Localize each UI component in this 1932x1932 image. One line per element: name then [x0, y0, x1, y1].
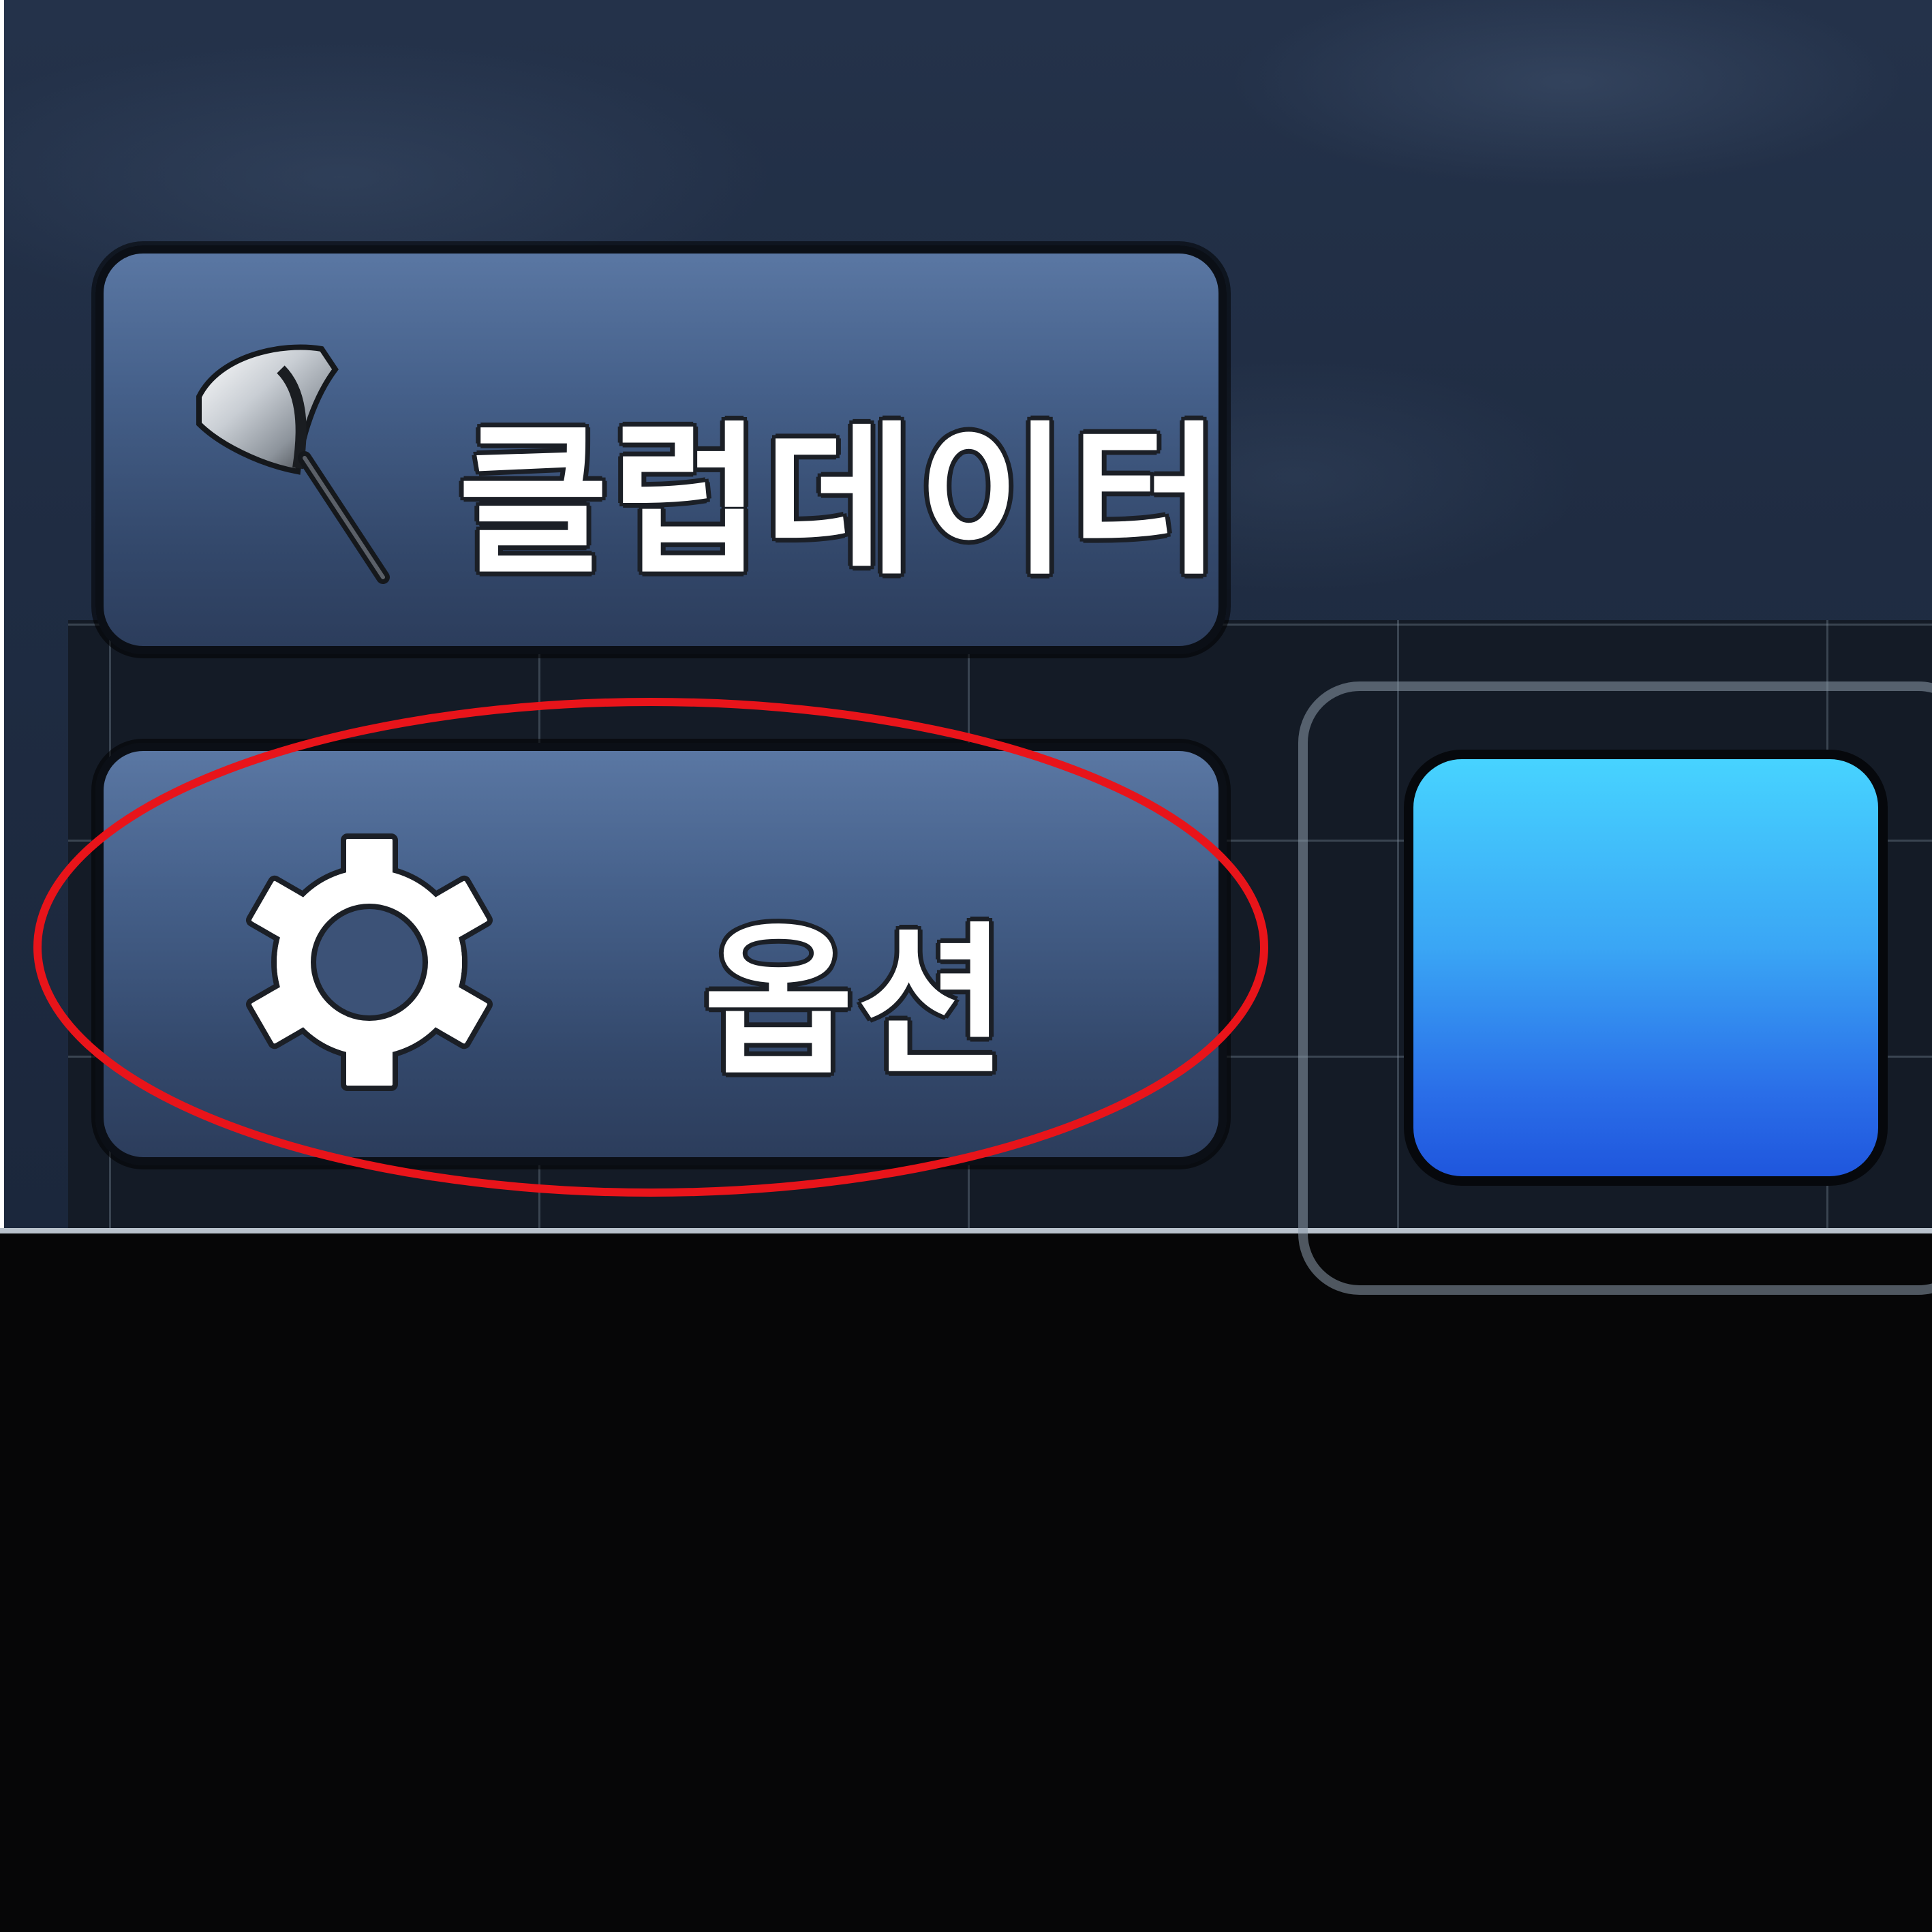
gear-icon [245, 833, 493, 1091]
game-screen: 클럽데이터 옵션 [0, 0, 1932, 1932]
options-label: 옵션 [703, 907, 1010, 1098]
club-data-button[interactable]: 클럽데이터 [95, 245, 1227, 654]
blue-action-button[interactable] [1404, 750, 1888, 1186]
golf-driver-icon [196, 344, 390, 584]
club-data-label: 클럽데이터 [458, 406, 1224, 597]
bottom-black-area [0, 1228, 1932, 1932]
options-button[interactable]: 옵션 [95, 743, 1227, 1165]
